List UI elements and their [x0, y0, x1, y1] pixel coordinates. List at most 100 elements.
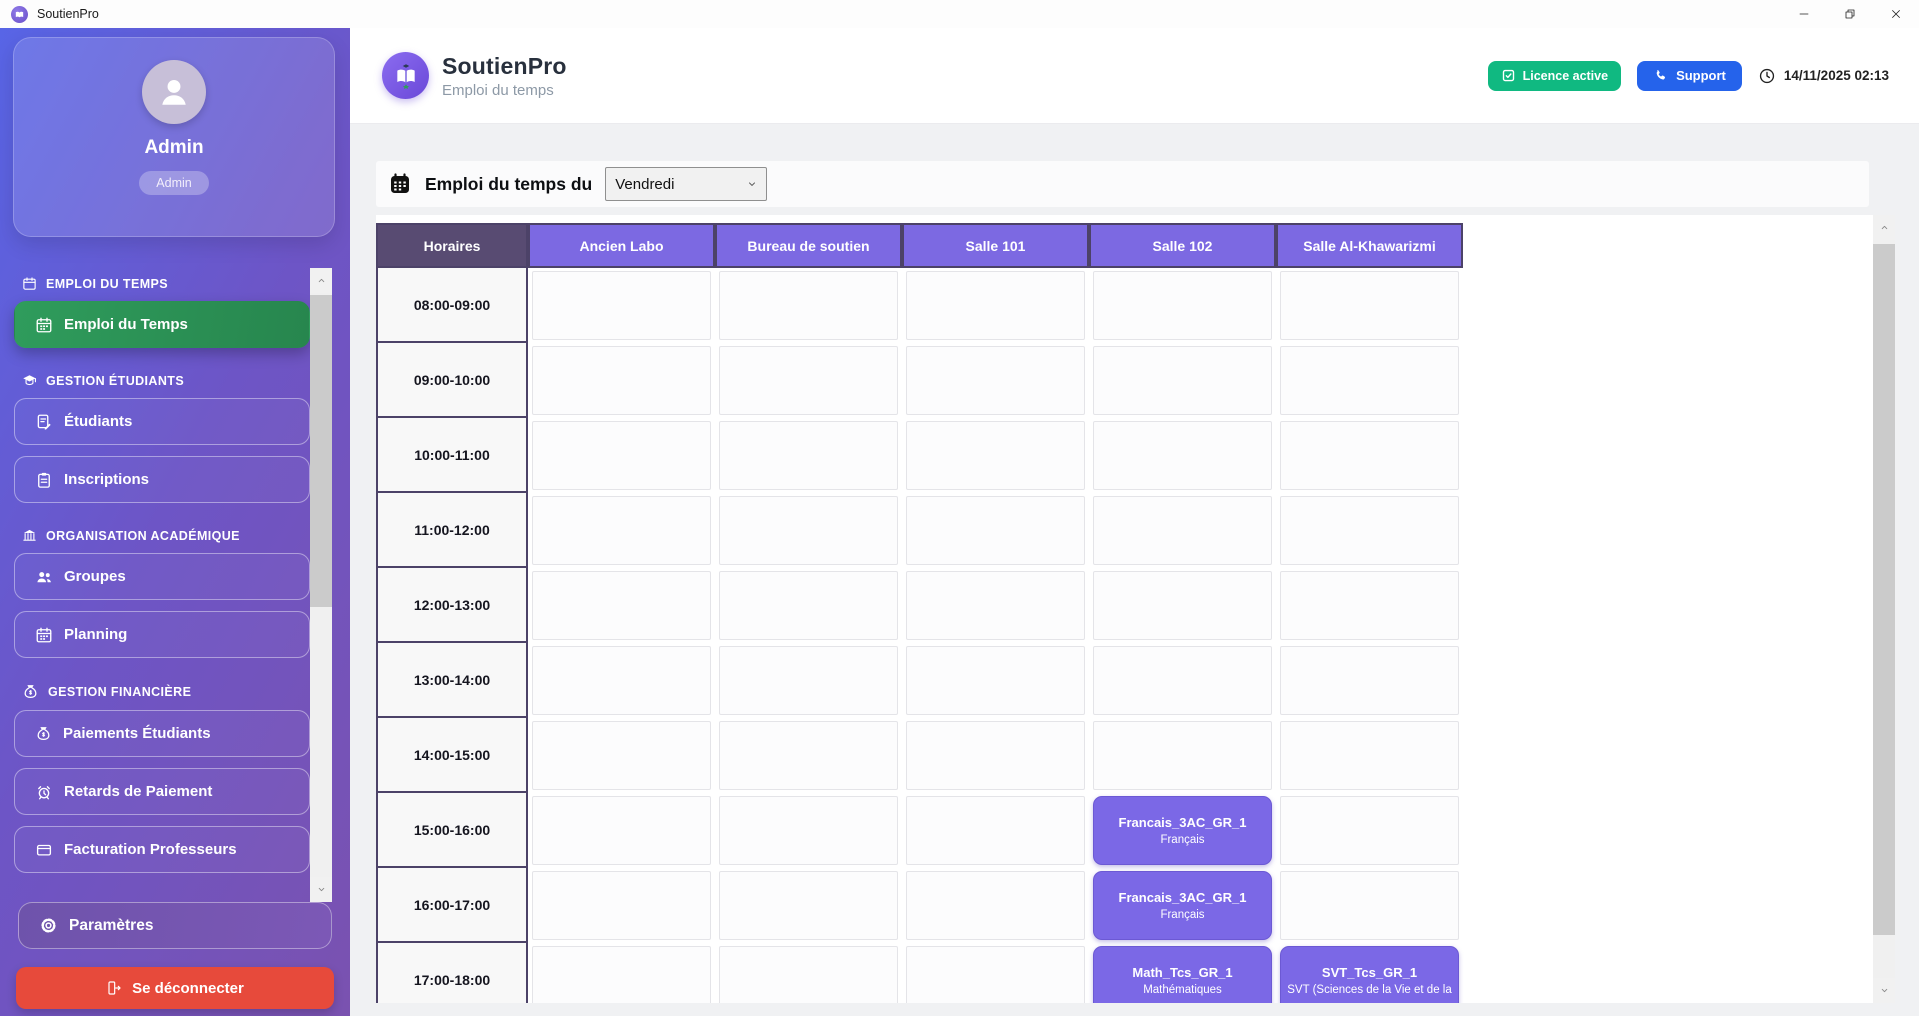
empty-cell [906, 646, 1085, 715]
event-subject: Mathématiques [1143, 984, 1222, 996]
empty-cell [906, 421, 1085, 490]
empty-cell [1093, 271, 1272, 340]
sidebar-item-label: Facturation Professeurs [64, 841, 237, 858]
sidebar-item-paiements-etudiants[interactable]: Paiements Étudiants [14, 710, 310, 757]
schedule-cell [528, 268, 715, 343]
empty-cell [1280, 271, 1459, 340]
schedule-cell [715, 793, 902, 868]
sidebar-item-label: Inscriptions [64, 471, 149, 488]
section-label: GESTION ÉTUDIANTS [46, 374, 184, 388]
invoice-icon [35, 841, 53, 859]
page-subtitle: Emploi du temps [442, 82, 567, 99]
minimize-button[interactable] [1781, 0, 1827, 28]
restore-button[interactable] [1827, 0, 1873, 28]
header-actions: Licence active Support 14/11/2025 02:13 [1488, 61, 1919, 91]
close-button[interactable] [1873, 0, 1919, 28]
empty-cell [719, 796, 898, 865]
empty-cell [532, 346, 711, 415]
schedule-cell [902, 418, 1089, 493]
schedule-cell [902, 493, 1089, 568]
schedule-cell [1276, 568, 1463, 643]
schedule-cell [1089, 718, 1276, 793]
title-block: SoutienPro Emploi du temps [442, 53, 567, 99]
event-block[interactable]: SVT_Tcs_GR_1SVT (Sciences de la Vie et d… [1280, 946, 1459, 1003]
schedule-cell [1276, 418, 1463, 493]
sidebar-item-planning[interactable]: Planning [14, 611, 310, 658]
book-logo-icon [14, 9, 25, 20]
sidebar-item-label: Groupes [64, 568, 126, 585]
schedule-cell [1089, 643, 1276, 718]
empty-cell [532, 946, 711, 1003]
role-badge: Admin [139, 171, 208, 195]
empty-cell [1093, 646, 1272, 715]
scroll-up-button[interactable] [1873, 215, 1895, 240]
scroll-down-button[interactable] [310, 877, 332, 902]
event-title: Francais_3AC_GR_1 [1119, 815, 1247, 830]
chevron-down-icon [1879, 985, 1890, 996]
alarm-icon [35, 783, 53, 801]
logout-button[interactable]: Se déconnecter [16, 967, 334, 1009]
support-button[interactable]: Support [1637, 61, 1742, 91]
sidebar-item-retards-de-paiement[interactable]: Retards de Paiement [14, 768, 310, 815]
sidebar-item-emploi-du-temps[interactable]: Emploi du Temps [14, 301, 310, 348]
scrollbar-thumb[interactable] [1873, 244, 1895, 935]
schedule-cell: Francais_3AC_GR_1Français [1089, 868, 1276, 943]
support-button-label: Support [1676, 68, 1726, 83]
event-block[interactable]: Math_Tcs_GR_1Mathématiques [1093, 946, 1272, 1003]
sidebar-item-label: Emploi du Temps [64, 316, 188, 333]
schedule-toolbar: Emploi du temps du Vendredi [376, 161, 1869, 207]
schedule-cell [528, 868, 715, 943]
sidebar-item-groupes[interactable]: Groupes [14, 553, 310, 600]
empty-cell [1093, 421, 1272, 490]
clipboard-icon [35, 471, 53, 489]
empty-cell [719, 571, 898, 640]
schedule-cell [528, 343, 715, 418]
empty-cell [906, 871, 1085, 940]
schedule-cell [1089, 418, 1276, 493]
scroll-down-button[interactable] [1873, 978, 1895, 1003]
schedule-cell: Math_Tcs_GR_1Mathématiques [1089, 943, 1276, 1003]
sidebar-item-label: Retards de Paiement [64, 783, 212, 800]
schedule-cell [902, 568, 1089, 643]
schedule-cell [528, 793, 715, 868]
scrollbar-thumb[interactable] [310, 295, 332, 607]
sidebar-item-label: Étudiants [64, 413, 132, 430]
empty-cell [906, 571, 1085, 640]
schedule-cell [902, 868, 1089, 943]
gear-icon [39, 916, 58, 935]
time-slot-cell: 16:00-17:00 [376, 868, 528, 943]
sidebar-section-emploi-du-temps: EMPLOI DU TEMPS [22, 276, 306, 291]
time-slot-cell: 14:00-15:00 [376, 718, 528, 793]
empty-cell [1280, 346, 1459, 415]
datetime-display: 14/11/2025 02:13 [1758, 67, 1889, 85]
schedule-cell [1089, 268, 1276, 343]
licence-badge-label: Licence active [1523, 69, 1608, 83]
chevron-up-icon [1879, 222, 1890, 233]
scroll-up-button[interactable] [310, 268, 332, 293]
sidebar-item-facturation-professeurs[interactable]: Facturation Professeurs [14, 826, 310, 873]
column-header-salle-101: Salle 101 [902, 223, 1089, 268]
empty-cell [1280, 646, 1459, 715]
schedule-cell [528, 418, 715, 493]
schedule-cell [528, 643, 715, 718]
event-block[interactable]: Francais_3AC_GR_1Français [1093, 871, 1272, 940]
sidebar-item-inscriptions[interactable]: Inscriptions [14, 456, 310, 503]
empty-cell [1093, 721, 1272, 790]
schedule-cell [902, 793, 1089, 868]
event-block[interactable]: Francais_3AC_GR_1Français [1093, 796, 1272, 865]
empty-cell [1093, 346, 1272, 415]
sidebar-item-etudiants[interactable]: Étudiants [14, 398, 310, 445]
empty-cell [1093, 496, 1272, 565]
empty-cell [906, 796, 1085, 865]
empty-cell [532, 796, 711, 865]
day-select[interactable]: Vendredi [605, 167, 767, 201]
schedule-cell [715, 943, 902, 1003]
empty-cell [1280, 421, 1459, 490]
sidebar-item-parametres[interactable]: Paramètres [18, 902, 332, 949]
restore-icon [1844, 8, 1856, 20]
calendar-icon [388, 172, 412, 196]
sidebar-section-gestion-etudiants: GESTION ÉTUDIANTS [22, 373, 306, 388]
section-label: GESTION FINANCIÈRE [48, 685, 191, 699]
sidebar-nav: EMPLOI DU TEMPS Emploi du Temps GESTION ÉT… [0, 268, 350, 902]
column-header-horaires: Horaires [376, 223, 528, 268]
